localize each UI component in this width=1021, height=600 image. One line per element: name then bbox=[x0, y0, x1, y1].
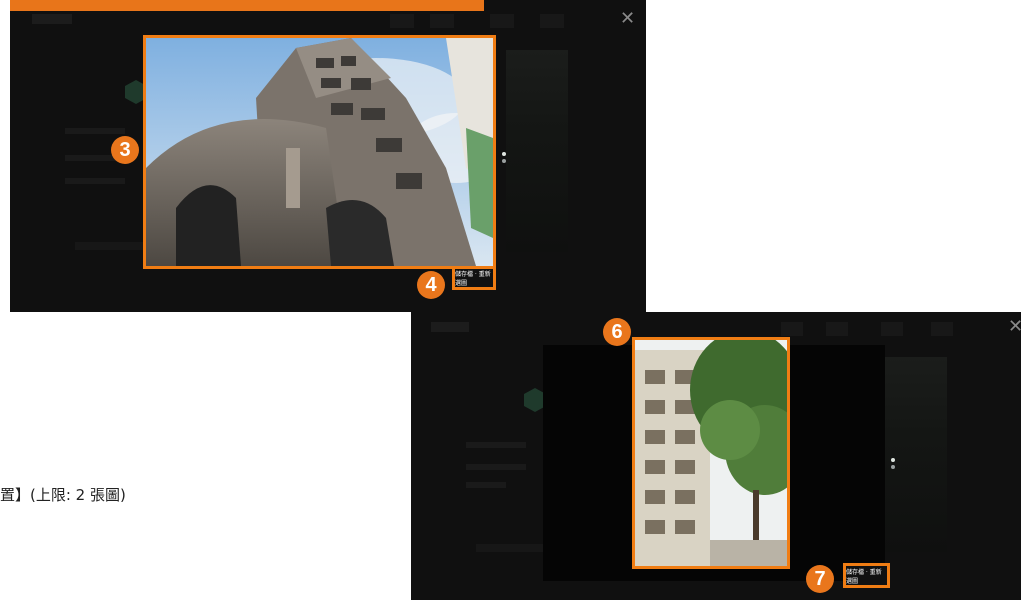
dim-nav-item bbox=[781, 322, 803, 336]
dim-form-row bbox=[466, 442, 526, 448]
step-badge-3: 3 bbox=[111, 136, 139, 164]
highlight-bar bbox=[10, 0, 484, 11]
dim-button-row bbox=[476, 544, 551, 552]
carousel-dot[interactable] bbox=[891, 465, 895, 469]
background-photo bbox=[506, 50, 568, 252]
dim-nav-item bbox=[490, 14, 514, 28]
dim-nav-item bbox=[931, 322, 953, 336]
background-photo bbox=[885, 357, 947, 552]
dim-nav-item bbox=[390, 14, 414, 28]
dim-nav-item bbox=[430, 14, 454, 28]
dim-logo bbox=[32, 14, 72, 24]
carousel-dot[interactable] bbox=[502, 159, 506, 163]
dim-logo bbox=[431, 322, 469, 332]
caption-controls-top[interactable]: 儲存檔 · 重新選圖 bbox=[452, 266, 496, 290]
building-photo bbox=[146, 38, 493, 266]
close-icon[interactable]: ✕ bbox=[620, 10, 635, 28]
step-badge-4: 4 bbox=[417, 271, 445, 299]
preview-image-portrait bbox=[632, 337, 790, 569]
step-badge-6: 6 bbox=[603, 318, 631, 346]
carousel-dot[interactable] bbox=[502, 152, 506, 156]
dim-form-row bbox=[466, 482, 506, 488]
dim-form-row bbox=[466, 464, 526, 470]
step-badge-7: 7 bbox=[806, 565, 834, 593]
building-tree-photo bbox=[635, 340, 787, 566]
dim-form-row bbox=[65, 128, 125, 134]
dim-button-row bbox=[75, 242, 150, 250]
close-icon[interactable]: ✕ bbox=[1008, 318, 1021, 336]
dim-nav-item bbox=[826, 322, 848, 336]
dim-nav-item bbox=[540, 14, 564, 28]
carousel-dot[interactable] bbox=[891, 458, 895, 462]
upload-limit-text: 置】(上限: 2 張圖) bbox=[0, 486, 126, 504]
caption-controls-bottom[interactable]: 儲存檔 · 重新選圖 bbox=[843, 563, 890, 588]
dim-nav-item bbox=[881, 322, 903, 336]
dim-form-row bbox=[65, 178, 125, 184]
preview-image-landscape bbox=[143, 35, 496, 269]
